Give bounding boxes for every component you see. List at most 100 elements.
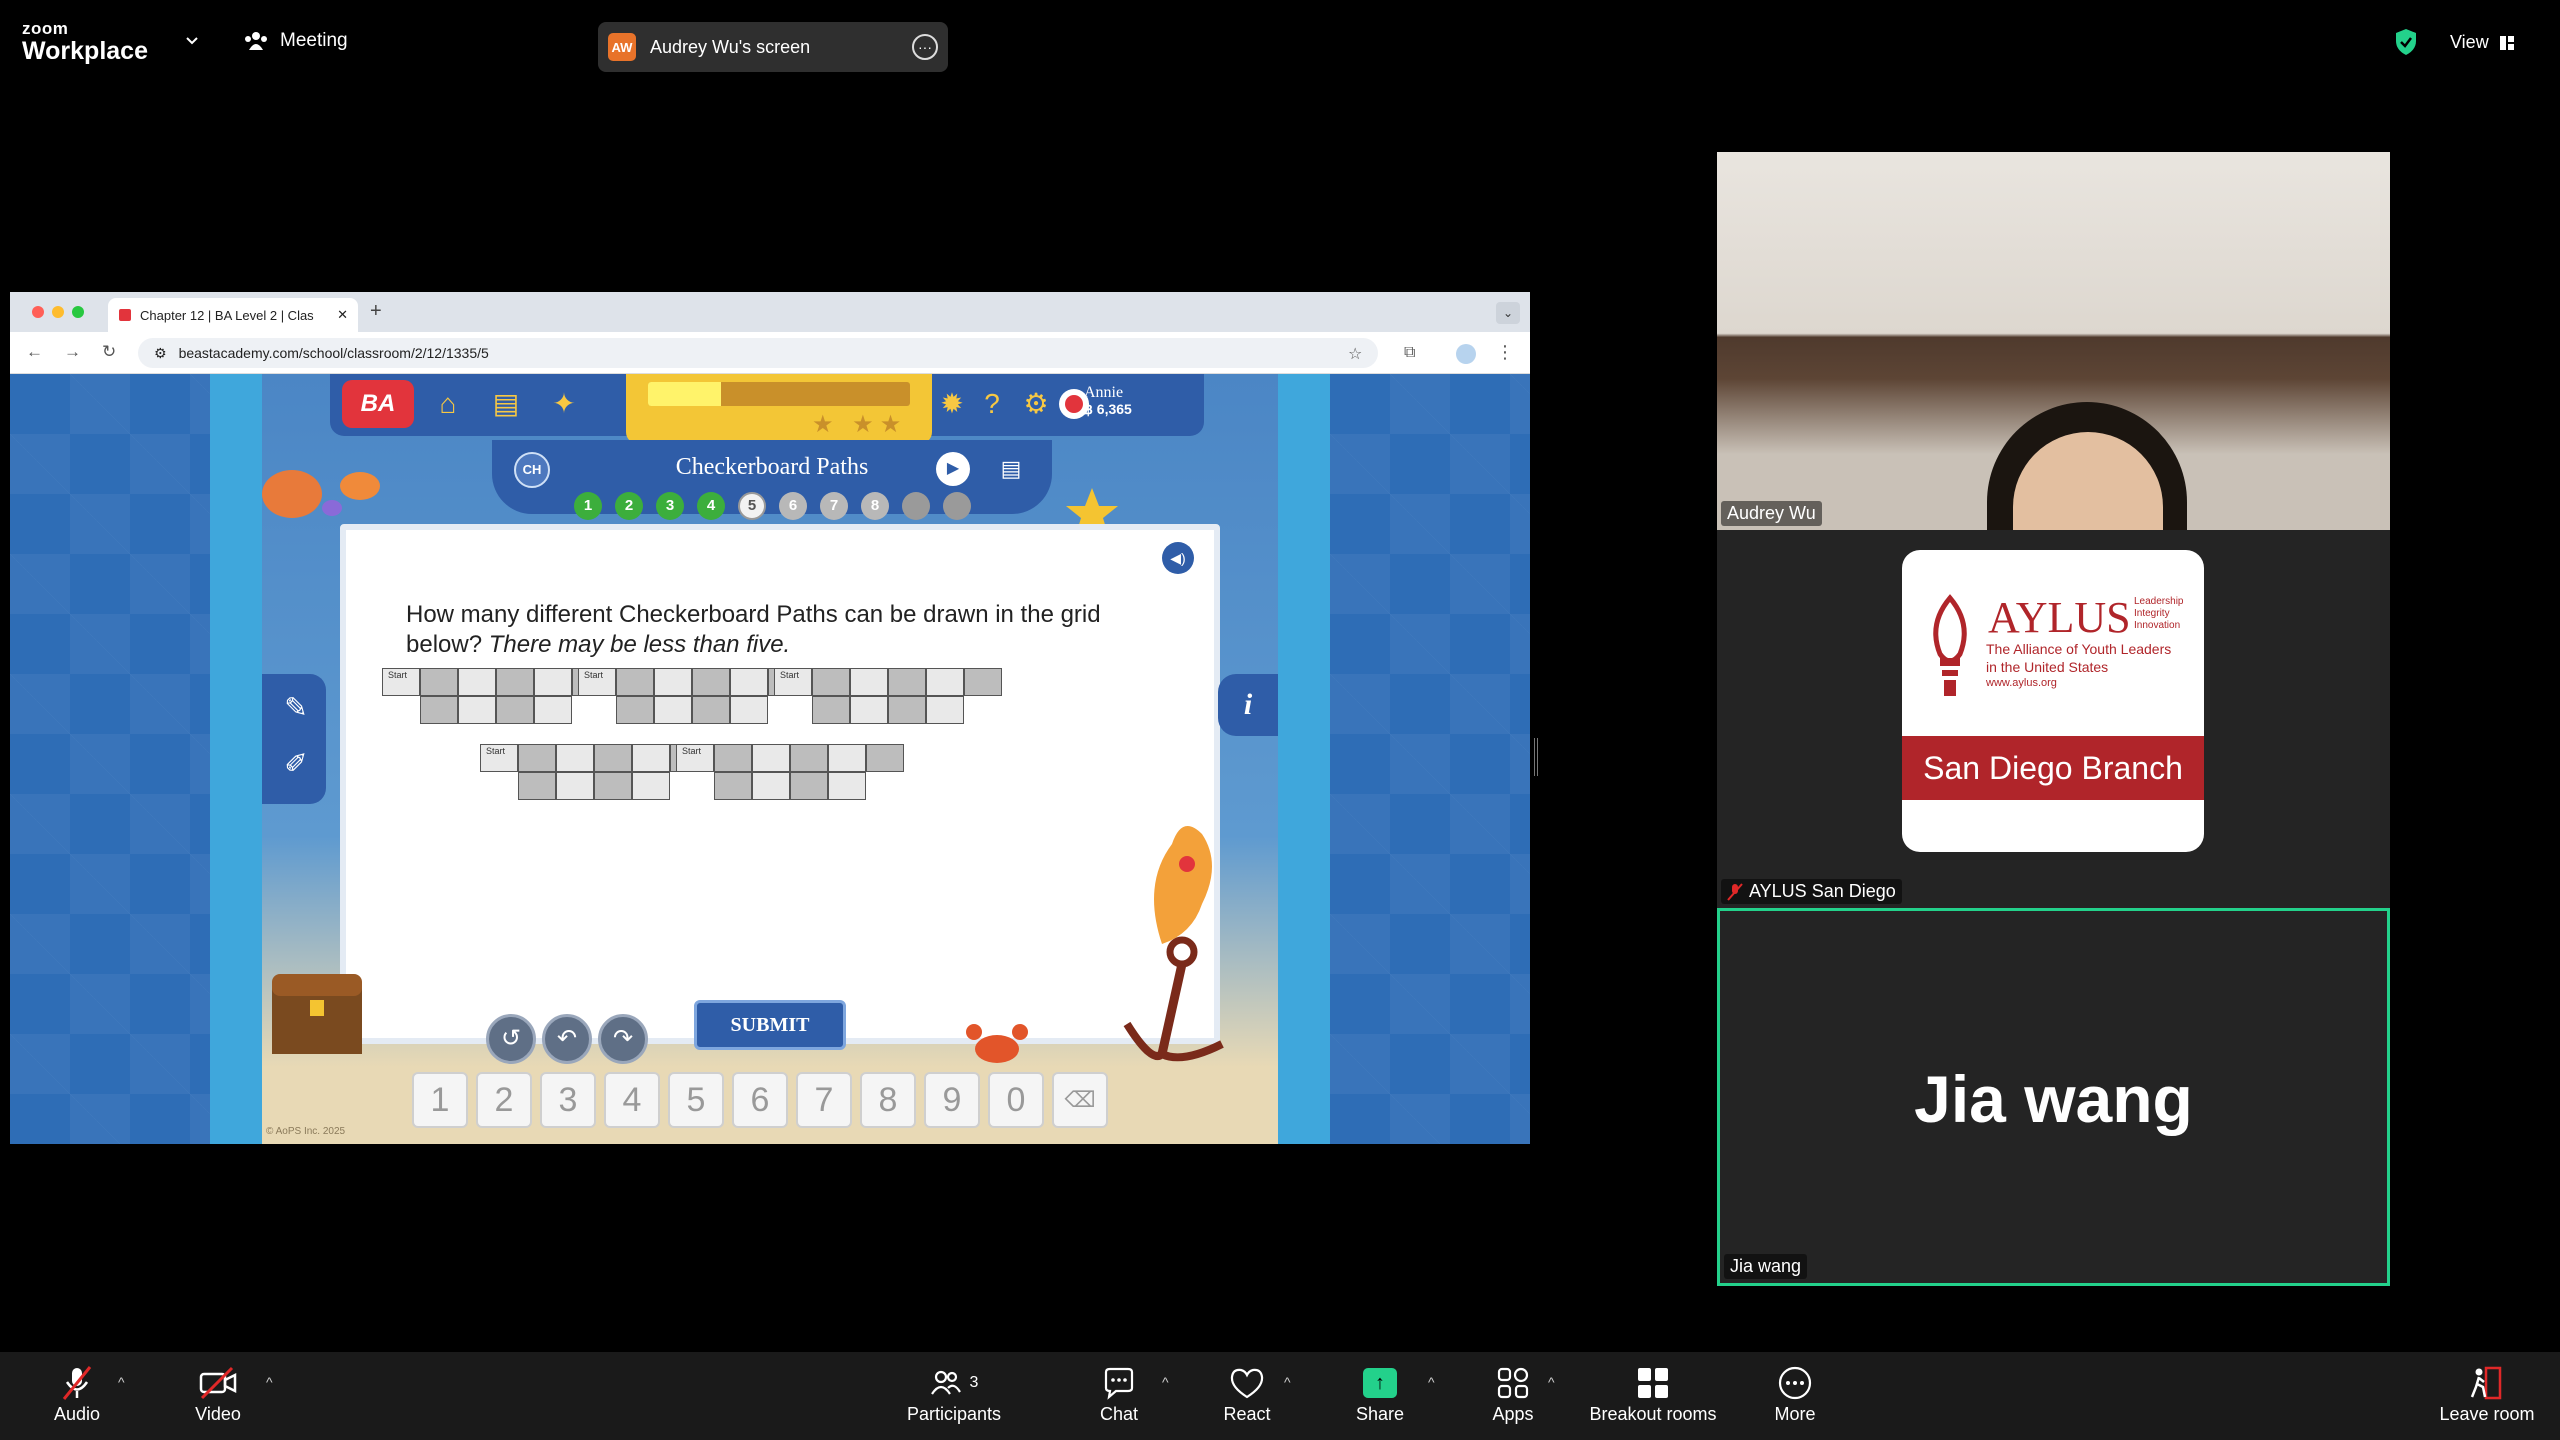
home-icon[interactable]: ⌂ — [430, 386, 466, 422]
grid-cell[interactable] — [556, 772, 594, 800]
meeting-menu[interactable]: Meeting — [244, 30, 348, 52]
grid-cell[interactable] — [850, 668, 888, 696]
key-4-button[interactable]: 4 — [604, 1072, 660, 1128]
redo-icon[interactable]: ↷ — [598, 1014, 648, 1064]
grid-cell[interactable] — [594, 772, 632, 800]
beast-academy-logo[interactable]: BA — [342, 380, 414, 428]
panel-resize-handle[interactable] — [1534, 738, 1538, 776]
level-6-button[interactable]: 6 — [779, 492, 807, 520]
more-button[interactable]: More — [1772, 1362, 1818, 1425]
grid-cell[interactable] — [594, 744, 632, 772]
grid-cell[interactable] — [654, 668, 692, 696]
key-1-button[interactable]: 1 — [412, 1072, 468, 1128]
path-grid[interactable]: Start — [578, 668, 806, 724]
guide-icon[interactable]: ▤ — [994, 452, 1028, 486]
video-camera-icon[interactable]: ✦ — [546, 386, 582, 422]
reload-icon[interactable]: ↻ — [102, 342, 116, 362]
forward-icon[interactable]: → — [64, 342, 81, 362]
path-grid[interactable]: Start — [480, 744, 708, 800]
grid-cell[interactable] — [828, 744, 866, 772]
grid-cell[interactable] — [458, 696, 496, 724]
grid-cell[interactable] — [616, 668, 654, 696]
minimize-window-button[interactable] — [52, 306, 64, 318]
grid-cell[interactable] — [812, 696, 850, 724]
grid-cell[interactable] — [518, 772, 556, 800]
share-button[interactable]: ↑ Share — [1352, 1362, 1408, 1425]
user-info[interactable]: Annie ฿ 6,365 — [1084, 384, 1132, 417]
grid-cell[interactable] — [654, 696, 692, 724]
grid-cell[interactable] — [616, 696, 654, 724]
video-tile-audrey[interactable]: Audrey Wu — [1717, 152, 2390, 530]
grid-cell[interactable] — [534, 668, 572, 696]
profile-avatar[interactable] — [1456, 344, 1476, 364]
grid-cell[interactable] — [888, 668, 926, 696]
security-shield-icon[interactable] — [2394, 28, 2418, 56]
grid-cell[interactable] — [790, 772, 828, 800]
path-grid[interactable]: Start — [676, 744, 904, 800]
react-button[interactable]: React — [1218, 1362, 1276, 1425]
browser-tab[interactable]: Chapter 12 | BA Level 2 | Clas ✕ — [108, 298, 358, 332]
site-info-icon[interactable]: ⚙ — [154, 345, 167, 362]
view-button[interactable]: View — [2450, 32, 2515, 53]
grid-cell[interactable] — [888, 696, 926, 724]
guide-book-icon[interactable]: ▤ — [488, 386, 524, 422]
grid-cell[interactable] — [714, 744, 752, 772]
close-tab-icon[interactable]: ✕ — [337, 307, 348, 323]
key-5-button[interactable]: 5 — [668, 1072, 724, 1128]
grid-cell[interactable] — [850, 696, 888, 724]
key-7-button[interactable]: 7 — [796, 1072, 852, 1128]
grid-cell[interactable] — [730, 668, 768, 696]
level-9-button[interactable] — [902, 492, 930, 520]
grid-cell[interactable] — [534, 696, 572, 724]
browser-menu-icon[interactable]: ⋮ — [1496, 342, 1514, 363]
grid-cell[interactable] — [812, 668, 850, 696]
chat-options-icon[interactable]: ^ — [1162, 1374, 1169, 1390]
grid-cell[interactable] — [926, 696, 964, 724]
grid-cell[interactable] — [556, 744, 594, 772]
video-tile-jia[interactable]: Jia wang Jia wang — [1717, 908, 2390, 1286]
key-9-button[interactable]: 9 — [924, 1072, 980, 1128]
key-6-button[interactable]: 6 — [732, 1072, 788, 1128]
tab-search-button[interactable]: ⌄ — [1496, 302, 1520, 324]
help-icon[interactable]: ? — [974, 386, 1010, 422]
grid-cell[interactable] — [632, 744, 670, 772]
grid-cell[interactable] — [964, 668, 1002, 696]
shared-screen[interactable]: Chapter 12 | BA Level 2 | Clas ✕ + ⌄ ← →… — [10, 292, 1530, 1144]
level-10-button[interactable] — [943, 492, 971, 520]
chevron-down-icon[interactable] — [184, 32, 200, 48]
grid-cell[interactable] — [828, 772, 866, 800]
submit-button[interactable]: SUBMIT — [694, 1000, 846, 1050]
breakout-rooms-button[interactable]: Breakout rooms — [1584, 1362, 1722, 1425]
url-field[interactable]: ⚙ beastacademy.com/school/classroom/2/12… — [138, 338, 1378, 368]
audio-options-icon[interactable]: ^ — [118, 1374, 125, 1390]
grid-cell[interactable] — [496, 696, 534, 724]
audio-button[interactable]: Audio — [44, 1362, 110, 1425]
grid-cell[interactable] — [730, 696, 768, 724]
apps-button[interactable]: Apps — [1486, 1362, 1540, 1425]
level-7-button[interactable]: 7 — [820, 492, 848, 520]
chat-button[interactable]: Chat — [1094, 1362, 1144, 1425]
info-icon[interactable]: i — [1218, 674, 1278, 736]
grid-cell[interactable] — [692, 668, 730, 696]
share-options-icon[interactable]: ^ — [1428, 1374, 1435, 1390]
grid-cell[interactable] — [518, 744, 556, 772]
settings-gear-icon[interactable]: ⚙ — [1018, 386, 1054, 422]
video-tile-aylus[interactable]: AYLUS Leadership Integrity Innovation Th… — [1717, 530, 2390, 908]
level-2-button[interactable]: 2 — [615, 492, 643, 520]
bookmark-star-icon[interactable]: ☆ — [1348, 344, 1362, 364]
grid-cell[interactable] — [790, 744, 828, 772]
participants-button[interactable]: 3 Participants — [902, 1362, 1006, 1425]
new-tab-button[interactable]: + — [370, 300, 382, 323]
level-8-button[interactable]: 8 — [861, 492, 889, 520]
grid-cell[interactable] — [752, 744, 790, 772]
grid-cell[interactable] — [420, 668, 458, 696]
backspace-icon[interactable]: ⌫ — [1052, 1072, 1108, 1128]
leave-room-button[interactable]: Leave room — [2436, 1362, 2538, 1425]
grid-cell[interactable] — [420, 696, 458, 724]
more-options-icon[interactable]: ··· — [912, 34, 938, 60]
extensions-icon[interactable]: ⧉ — [1404, 344, 1415, 362]
screen-share-pill[interactable]: AW Audrey Wu's screen ··· — [598, 22, 948, 72]
maximize-window-button[interactable] — [72, 306, 84, 318]
grid-cell[interactable] — [752, 772, 790, 800]
reset-icon[interactable]: ↺ — [486, 1014, 536, 1064]
